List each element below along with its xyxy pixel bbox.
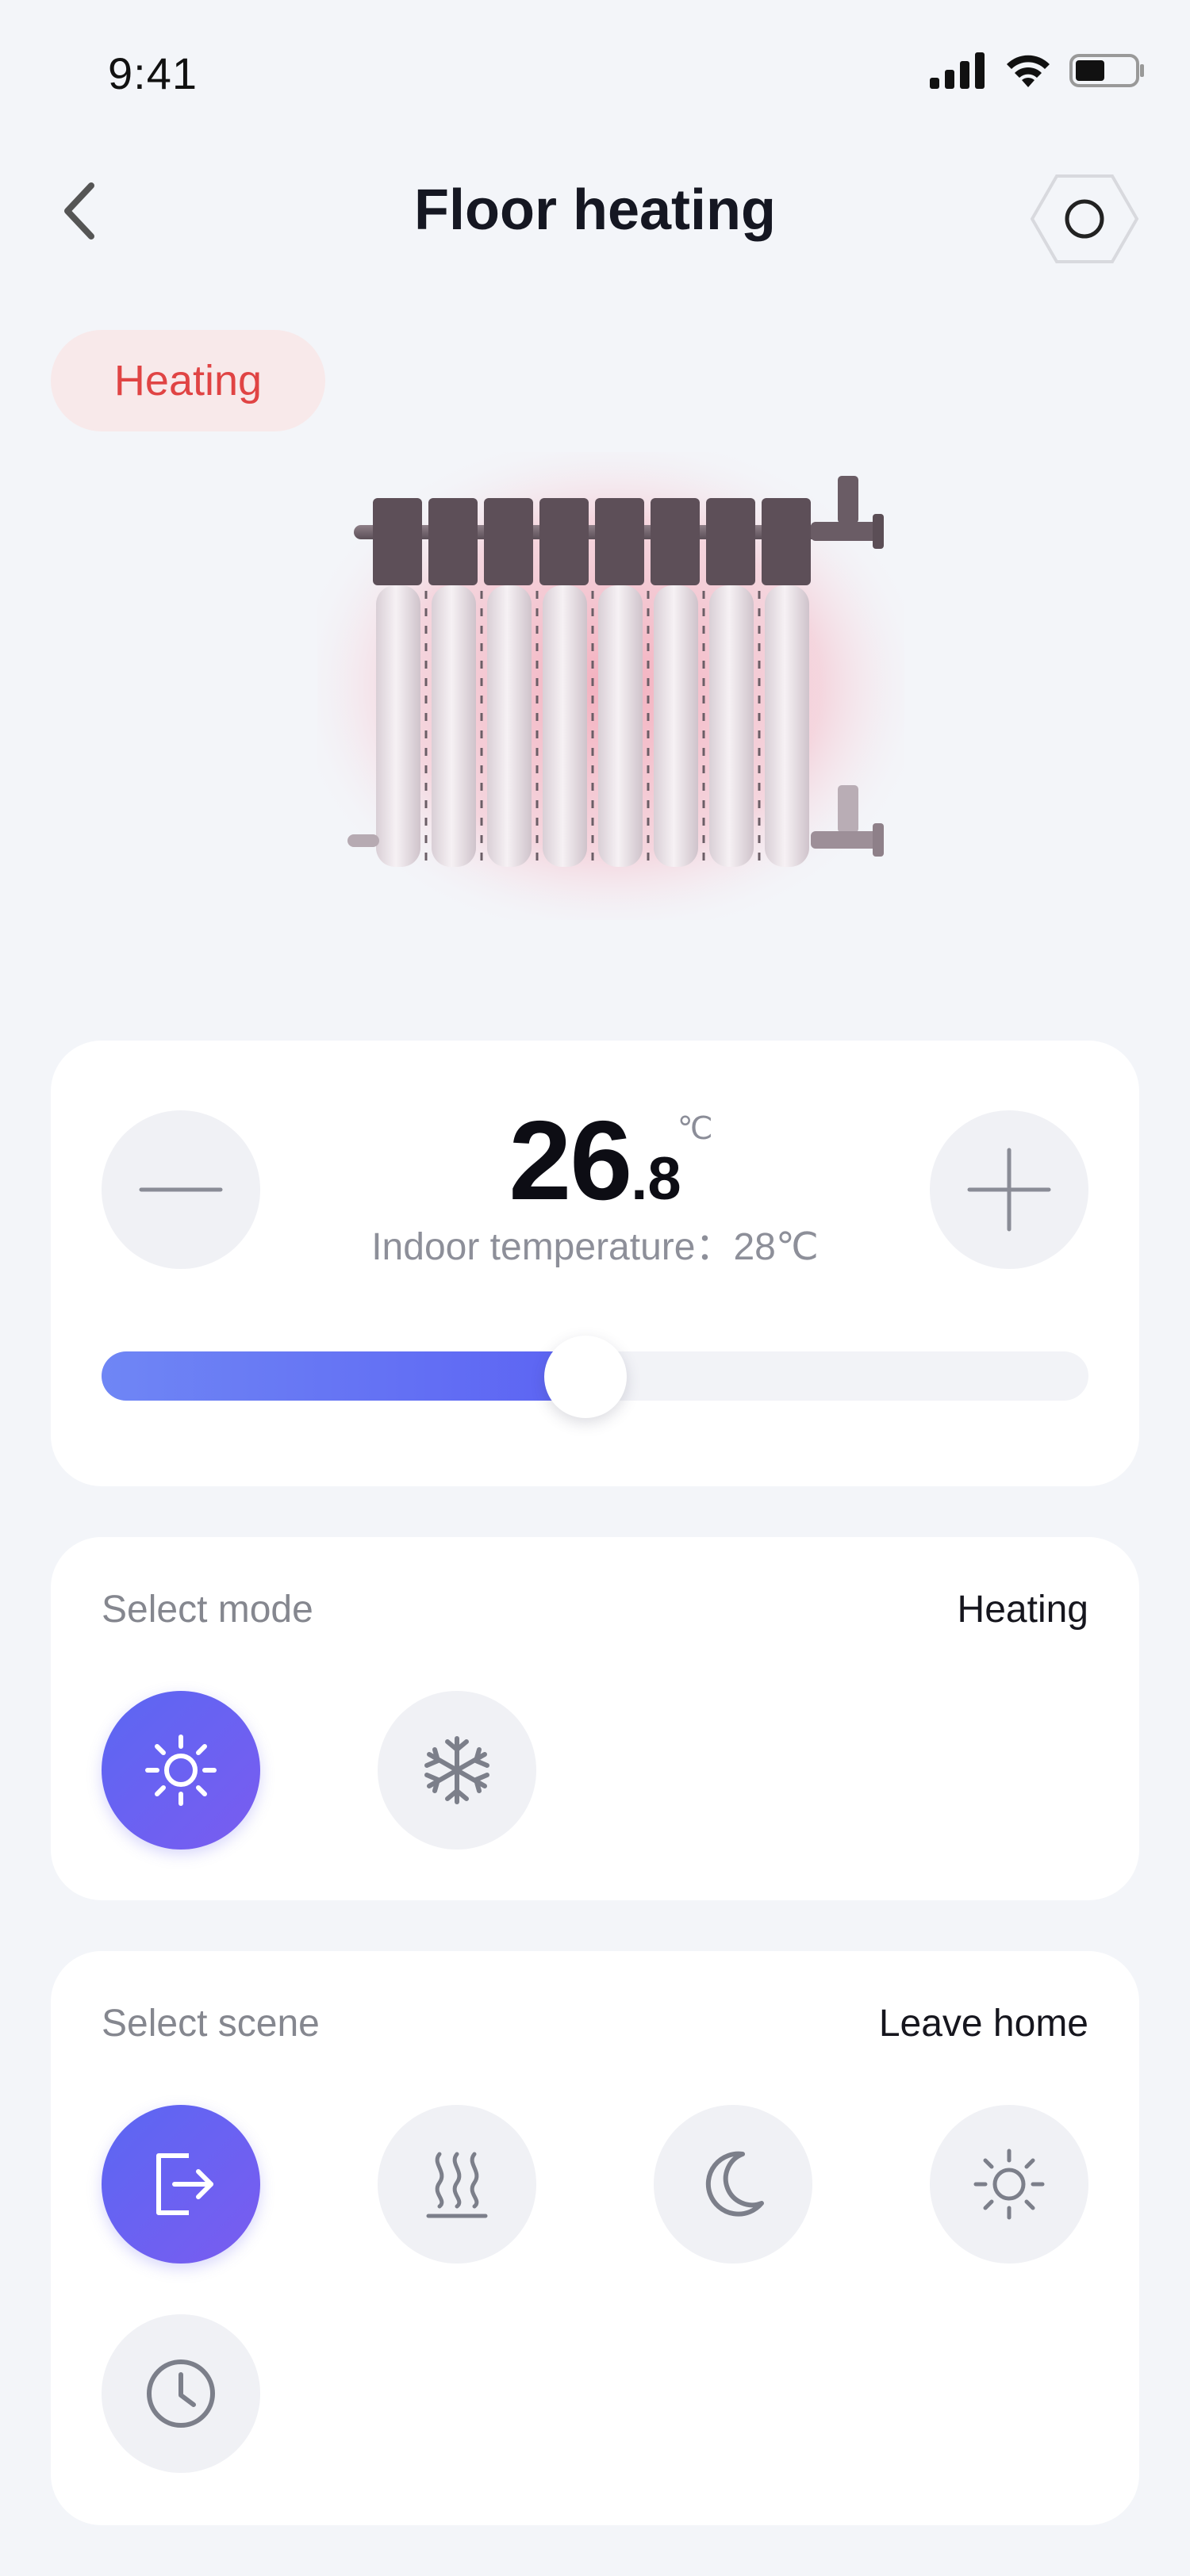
- scene-card: Select scene Leave home: [51, 1951, 1139, 2525]
- scene-heat-button[interactable]: [378, 2105, 536, 2264]
- status-time: 9:41: [108, 48, 198, 98]
- slider-fill: [102, 1351, 585, 1401]
- heat-waves-icon: [426, 2152, 488, 2218]
- battery-icon: [1069, 54, 1144, 87]
- hexagon-settings-icon: [1030, 174, 1139, 263]
- current-scene: Leave home: [878, 2003, 1088, 2045]
- clock-icon: [147, 2359, 215, 2428]
- temperature-integer: 26: [509, 1098, 632, 1224]
- status-bar: 9:41: [0, 0, 1190, 151]
- mode-cooling-button[interactable]: [378, 1691, 536, 1850]
- temperature-unit: ℃: [677, 1111, 713, 1146]
- snowflake-icon: [424, 1736, 489, 1804]
- status-icons: [930, 49, 1146, 92]
- slider-thumb[interactable]: [544, 1336, 627, 1418]
- signal-icon: [930, 52, 985, 89]
- mode-heating-button[interactable]: [102, 1691, 260, 1850]
- current-mode: Heating: [957, 1589, 1088, 1631]
- temperature-card: 26.8 ℃ Indoor temperature：28℃: [51, 1041, 1139, 1486]
- scene-day-button[interactable]: [930, 2105, 1088, 2264]
- scene-leave-home-button[interactable]: [102, 2105, 260, 2264]
- scene-label: Select scene: [102, 2003, 320, 2045]
- nav-bar: Floor heating: [0, 151, 1190, 270]
- temperature-slider[interactable]: [102, 1336, 1088, 1418]
- settings-button[interactable]: [1025, 163, 1144, 274]
- temperature-decimal: .8: [631, 1145, 681, 1213]
- sun-icon: [973, 2149, 1045, 2220]
- leave-home-icon: [156, 2153, 213, 2215]
- scene-timer-button[interactable]: [102, 2314, 260, 2473]
- plus-icon: [967, 1148, 1051, 1232]
- radiator-illustration: [317, 452, 904, 920]
- target-temperature: 26.8 ℃: [509, 1096, 712, 1226]
- sun-icon: [145, 1735, 217, 1806]
- page-title: Floor heating: [414, 178, 776, 242]
- increase-temperature-button[interactable]: [930, 1110, 1088, 1269]
- scene-sleep-button[interactable]: [654, 2105, 812, 2264]
- wifi-icon: [1007, 55, 1050, 87]
- moon-icon: [705, 2151, 764, 2217]
- mode-label: Select mode: [102, 1589, 313, 1631]
- mode-card: Select mode Heating: [51, 1537, 1139, 1900]
- status-badge: Heating: [51, 330, 325, 431]
